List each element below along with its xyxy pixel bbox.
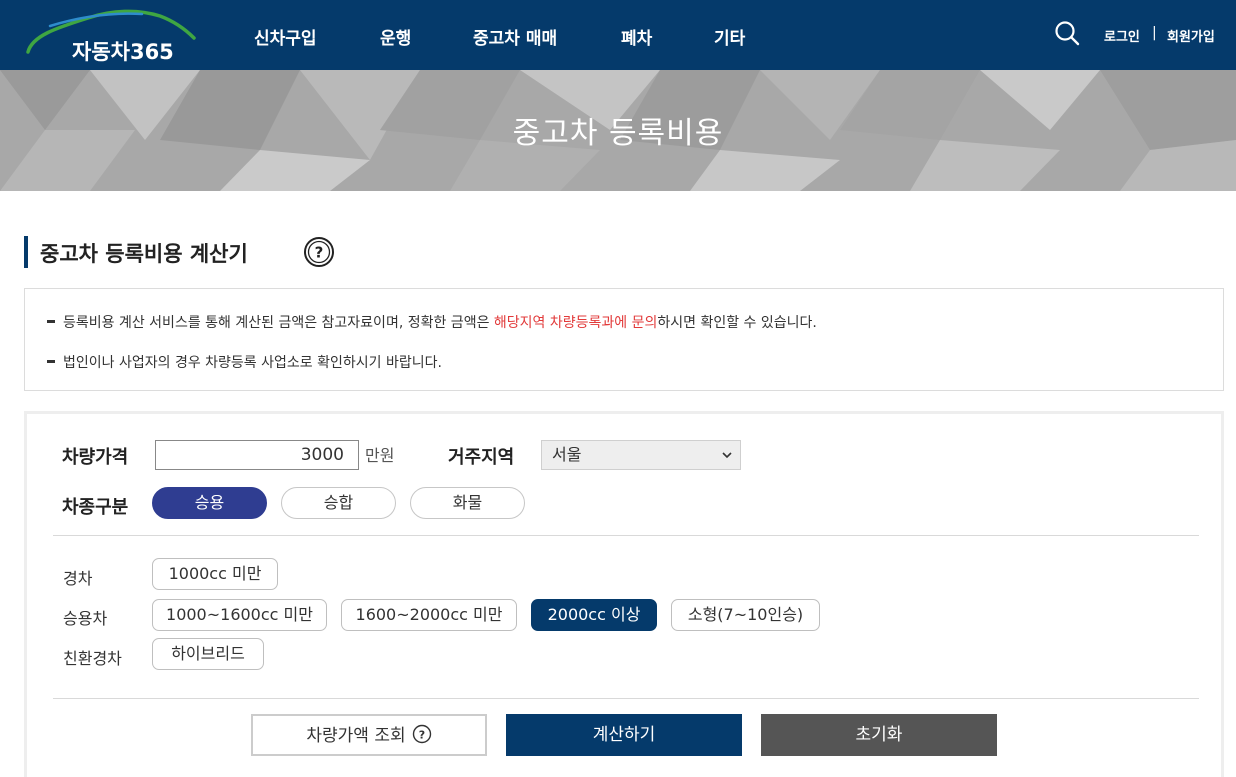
price-unit: 만원 [365, 446, 395, 465]
nav-driving[interactable]: 운행 [380, 24, 411, 49]
type-truck-button[interactable]: 화물 [410, 487, 525, 519]
notice-box: 등록비용 계산 서비스를 통해 계산된 금액은 참고자료이며, 정확한 금액은 … [24, 288, 1224, 391]
region-selected: 서울 [552, 445, 582, 464]
login-link[interactable]: 로그인 [1104, 26, 1140, 45]
signup-link[interactable]: 회원가입 [1167, 26, 1215, 45]
notice-line-1: 등록비용 계산 서비스를 통해 계산된 금액은 참고자료이며, 정확한 금액은 … [47, 312, 817, 332]
divider [53, 698, 1199, 699]
vehicle-value-lookup-button[interactable]: 차량가액 조회 ? [251, 714, 487, 756]
notice-text: 하시면 확인할 수 있습니다. [657, 315, 817, 331]
calculator-panel: 차량가격 만원 거주지역 서울 차종구분 승용 승합 화물 경차 1000cc … [24, 411, 1224, 777]
option-2000cc-over[interactable]: 2000cc 이상 [531, 599, 657, 631]
category-label-passenger: 승용차 [63, 609, 108, 628]
svg-text:?: ? [418, 729, 424, 742]
notice-text: 법인이나 사업자의 경우 차량등록 사업소로 확인하시기 바랍니다. [63, 355, 442, 371]
hero-banner: 중고차 등록비용 [0, 70, 1236, 191]
section-title: 중고차 등록비용 계산기 [40, 242, 248, 266]
region-select[interactable]: 서울 [541, 440, 741, 470]
reset-button[interactable]: 초기화 [761, 714, 997, 756]
notice-line-2: 법인이나 사업자의 경우 차량등록 사업소로 확인하시기 바랍니다. [47, 352, 442, 372]
notice-text: 등록비용 계산 서비스를 통해 계산된 금액은 참고자료이며, 정확한 금액은 [63, 315, 494, 331]
bullet-dash [47, 359, 55, 363]
option-small-van[interactable]: 소형(7~10인승) [671, 599, 820, 631]
category-label-compact: 경차 [63, 569, 93, 588]
chevron-down-icon [722, 452, 732, 459]
logo-text: 자동차365 [72, 40, 174, 64]
vehicle-type-label: 차종구분 [62, 497, 129, 518]
price-label: 차량가격 [62, 447, 129, 468]
category-label-eco: 친환경차 [63, 649, 122, 668]
nav-etc[interactable]: 기타 [714, 24, 745, 49]
divider [53, 535, 1199, 536]
page-title: 중고차 등록비용 [512, 116, 724, 151]
calculate-button[interactable]: 계산하기 [506, 714, 742, 756]
question-circle-icon: ? [412, 724, 431, 744]
nav-new-car-purchase[interactable]: 신차구입 [254, 24, 317, 49]
svg-text:?: ? [315, 244, 324, 262]
search-icon[interactable] [1054, 20, 1080, 46]
nav-scrap-car[interactable]: 폐차 [621, 24, 652, 49]
price-input[interactable] [155, 440, 359, 470]
top-navigation-bar: 자동차365 신차구입 운행 중고차 매매 폐차 기타 로그인 | 회원가입 [0, 0, 1236, 70]
bullet-dash [47, 319, 55, 323]
section-title-bar [24, 236, 28, 268]
lookup-label: 차량가액 조회 [306, 726, 406, 746]
nav-used-car-trade[interactable]: 중고차 매매 [473, 24, 557, 49]
site-logo[interactable]: 자동차365 [26, 6, 196, 64]
option-under-1000cc[interactable]: 1000cc 미만 [152, 558, 278, 590]
option-1600-2000cc[interactable]: 1600~2000cc 미만 [341, 599, 517, 631]
option-1000-1600cc[interactable]: 1000~1600cc 미만 [152, 599, 327, 631]
option-hybrid[interactable]: 하이브리드 [152, 638, 264, 670]
notice-highlight: 해당지역 차량등록과에 문의 [493, 315, 658, 331]
auth-separator: | [1152, 25, 1157, 41]
type-passenger-button[interactable]: 승용 [152, 487, 267, 519]
type-van-button[interactable]: 승합 [281, 487, 396, 519]
question-circle-icon[interactable]: ? [303, 236, 335, 268]
region-label: 거주지역 [448, 447, 515, 468]
